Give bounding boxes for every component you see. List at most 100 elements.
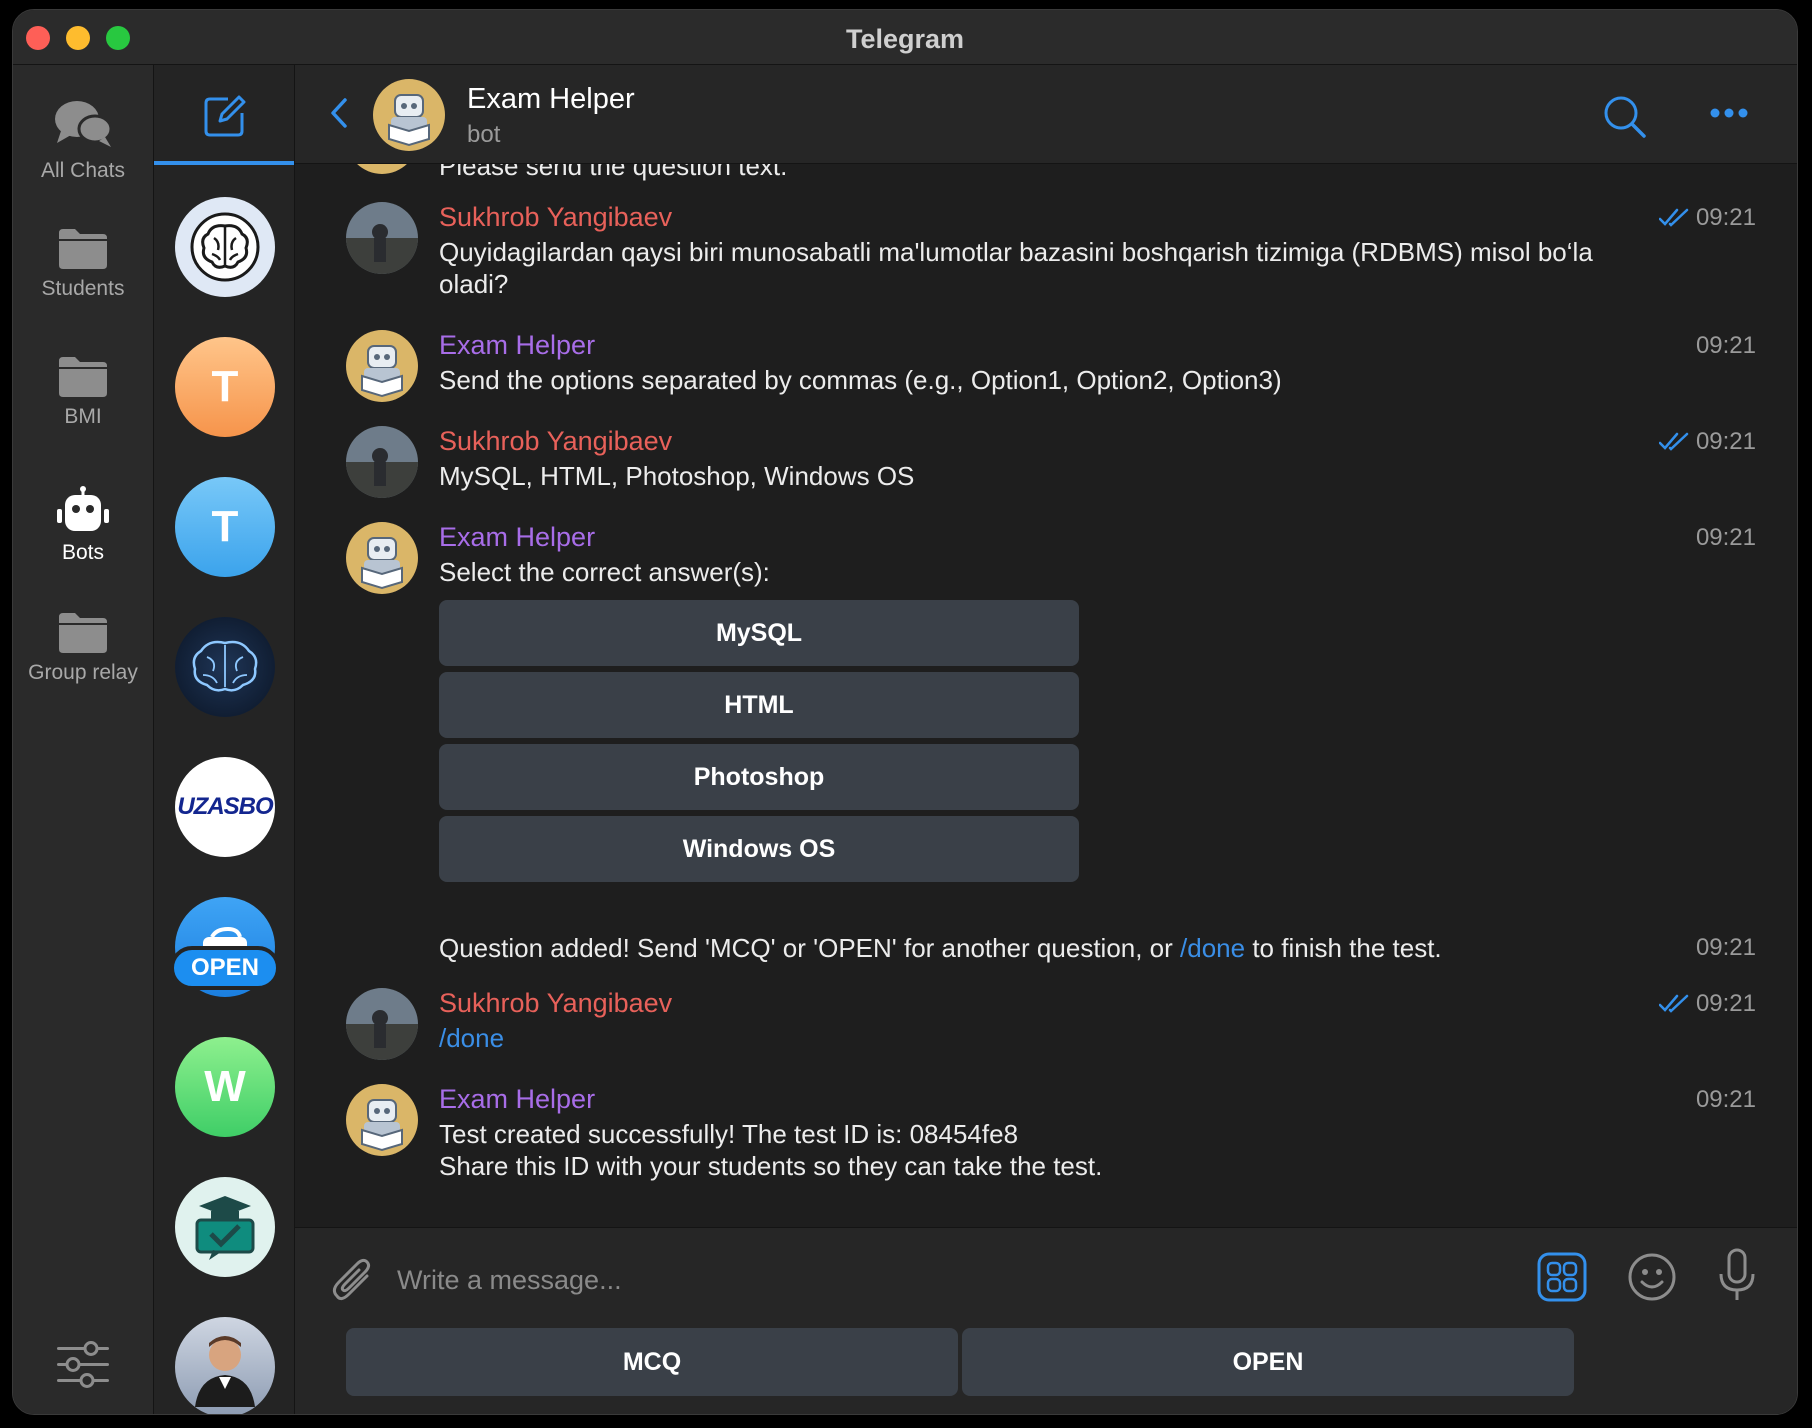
message-user-question: Sukhrob Yangibaev 09:21 Quyidagilardan q… [295,202,1797,312]
text-after-link: to finish the test. [1245,933,1442,963]
bot-keyboard-icon[interactable] [1537,1252,1587,1302]
paperclip-icon[interactable] [331,1256,375,1306]
chat-avatar-cartoon-man[interactable] [175,1317,275,1414]
uzasbo-logo: UZASBO [177,793,273,820]
folder-label: BMI [64,405,102,428]
reply-button-mcq[interactable]: MCQ [346,1328,958,1396]
robot-reading-icon [373,79,445,151]
text-before-link: Question added! Send 'MCQ' or 'OPEN' for… [439,933,1181,963]
message-time: 09:21 [1695,332,1756,359]
message-sender[interactable]: Sukhrob Yangibaev [439,202,672,233]
compose-icon [204,95,246,137]
chat-title: Exam Helper [467,83,635,115]
chat-header: Exam Helper bot [295,65,1797,164]
header-avatar[interactable] [373,79,445,151]
bot-avatar[interactable] [346,1084,418,1156]
robot-icon [57,486,109,531]
message-sender[interactable]: Exam Helper [439,522,595,553]
person-avatar-icon [195,1336,255,1407]
double-check-icon [1659,432,1689,451]
folder-group-relay[interactable]: Group relay [13,609,153,719]
reply-button-open[interactable]: OPEN [962,1328,1574,1396]
search-icon[interactable] [1603,95,1647,139]
folder-label: All Chats [40,159,126,182]
message-time: 09:21 [1695,934,1756,961]
chat-avatar-w-green[interactable]: W [175,1037,275,1137]
message-text-line1: Test created successfully! The test ID i… [439,1119,1019,1149]
message-list[interactable]: Please send the question text. Sukhrob Y… [295,164,1797,1294]
inline-answer-button[interactable]: Windows OS [439,816,1079,882]
user-avatar[interactable] [346,202,418,274]
microphone-icon[interactable] [1717,1248,1757,1302]
folder-students[interactable]: Students [13,225,153,335]
message-text: MySQL, HTML, Photoshop, Windows OS [439,461,915,491]
title-bar: Telegram [13,10,1797,65]
chat-avatar-digital-brain[interactable] [175,617,275,717]
chat-panel: Exam Helper bot Please send the question… [295,65,1797,1414]
chat-avatar-t-orange[interactable]: T [175,337,275,437]
message-bot-question-added: 09:21 Question added! Send 'MCQ' or 'OPE… [295,932,1797,972]
message-text: Question added! Send 'MCQ' or 'OPEN' for… [439,932,1637,964]
message-sender[interactable]: Sukhrob Yangibaev [439,988,672,1019]
robot-reading-icon [346,1084,418,1156]
chat-list: T T UZASBO OPEN W [154,65,295,1414]
double-check-icon [1659,208,1689,227]
message-text: Quyidagilardan qaysi biri munosabatli ma… [439,237,1593,299]
message-sender[interactable]: Sukhrob Yangibaev [439,426,672,457]
robot-reading-icon [346,164,418,174]
brain-icon [190,212,260,282]
chat-avatar-t-blue[interactable]: T [175,477,275,577]
double-check-icon [1659,994,1689,1013]
message-bot-select-answer: Exam Helper 09:21 Select the correct ans… [295,522,1797,902]
message-sender[interactable]: Exam Helper [439,330,595,361]
message-bot-options-prompt: Exam Helper 09:21 Send the options separ… [295,330,1797,410]
message-user-done: Sukhrob Yangibaev 09:21 /done [295,988,1797,1068]
back-chevron-icon[interactable] [329,97,349,129]
folder-icon [59,229,107,269]
digital-brain-icon [192,640,258,692]
message-bot-test-created: Exam Helper 09:21 Test created successfu… [295,1084,1797,1204]
message-time: 09:21 [1695,524,1756,551]
inline-answer-button[interactable]: HTML [439,672,1079,738]
folder-bots[interactable]: Bots [13,485,153,595]
chat-avatar-brain-outline[interactable] [175,197,275,297]
graduation-check-icon [195,1196,255,1260]
bot-avatar[interactable] [346,522,418,594]
compose-tab[interactable] [154,65,294,165]
folders-sidebar: All Chats Students BMI Bots Group relay [13,65,154,1414]
open-app-badge[interactable]: OPEN [170,946,280,990]
message-text: Send the options separated by commas (e.… [439,365,1282,395]
bot-avatar[interactable] [346,330,418,402]
folder-bmi[interactable]: BMI [13,353,153,463]
done-command-link[interactable]: /done [439,1022,1637,1054]
user-photo-icon [346,202,418,274]
robot-reading-icon [346,330,418,402]
message-time: 09:21 [1695,204,1756,231]
folder-all-chats[interactable]: All Chats [13,97,153,207]
message-time: 09:21 [1695,428,1756,455]
done-command-link[interactable]: /done [1180,933,1245,963]
sliders-settings-icon[interactable] [55,1340,111,1390]
user-photo-icon [346,988,418,1060]
telegram-window: Telegram All Chats Students BMI Bots Gro… [12,9,1798,1415]
message-text-line2: Share this ID with your students so they… [439,1151,1103,1181]
message-user-options: Sukhrob Yangibaev 09:21 MySQL, HTML, Pho… [295,426,1797,506]
inline-answer-button[interactable]: Photoshop [439,744,1079,810]
message-input[interactable] [395,1250,1299,1310]
inline-answer-button[interactable]: MySQL [439,600,1079,666]
folder-label: Students [41,277,125,300]
message-sender[interactable]: Exam Helper [439,1084,595,1115]
user-photo-icon [346,426,418,498]
robot-reading-icon [346,522,418,594]
composer: MCQ OPEN [295,1227,1797,1414]
window-title: Telegram [845,24,965,54]
chat-avatar-exam-checkmark[interactable] [175,1177,275,1277]
emoji-icon[interactable] [1627,1252,1677,1302]
more-options-icon[interactable] [1709,107,1749,119]
chat-avatar-uzasbo[interactable]: UZASBO [175,757,275,857]
user-avatar[interactable] [346,426,418,498]
bot-avatar [346,164,418,174]
message-text: Select the correct answer(s): [439,557,770,587]
user-avatar[interactable] [346,988,418,1060]
folder-icon [59,357,107,397]
